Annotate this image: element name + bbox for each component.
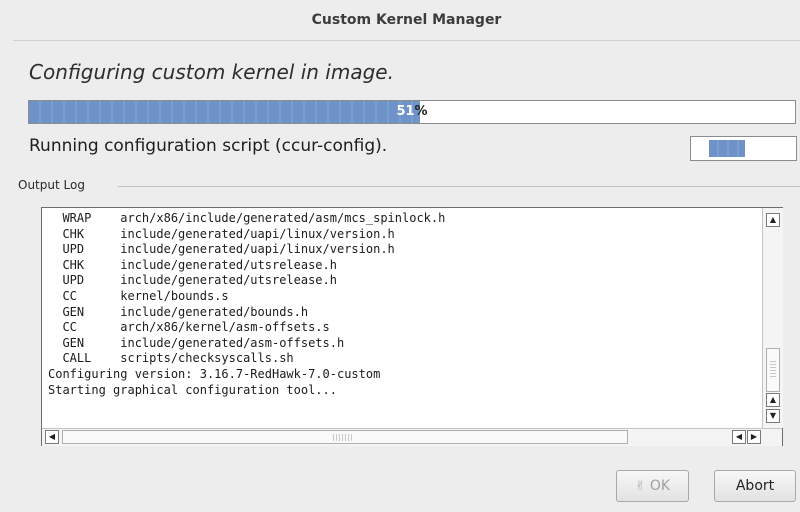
ok-button[interactable]: ✌ OK [616,470,689,502]
scroll-down-arrow-icon[interactable]: ▼ [766,409,780,423]
output-log-view[interactable]: WRAP arch/x86/include/generated/asm/mcs_… [41,207,783,446]
output-log-text: WRAP arch/x86/include/generated/asm/mcs_… [48,211,446,397]
page-heading: Configuring custom kernel in image. [29,60,394,84]
scroll-up-arrow-icon[interactable]: ▲ [766,213,780,227]
horizontal-scrollbar[interactable]: ◀ ◀ ▶ [42,428,782,446]
scroll-up-arrow-icon[interactable]: ▲ [766,393,780,407]
activity-indicator [690,136,797,161]
output-log-separator [118,186,800,187]
progress-unit: % [414,104,428,119]
abort-button[interactable]: Abort [714,470,796,502]
activity-indicator-block [709,140,745,157]
dialog-window: Custom Kernel Manager Configuring custom… [13,0,800,512]
window-title: Custom Kernel Manager [13,0,800,41]
thumbs-up-icon: ✌ [634,479,646,494]
ok-button-label: OK [649,478,671,494]
status-text: Running configuration script (ccur-confi… [29,136,388,156]
progress-bar: 51% [28,100,796,124]
vertical-scrollbar[interactable]: ▲ ▲ ▼ [762,208,783,428]
horizontal-scroll-thumb[interactable] [62,430,628,444]
scroll-right-arrow-icon[interactable]: ▶ [747,430,761,444]
scroll-left-arrow-icon[interactable]: ◀ [732,430,746,444]
scroll-left-arrow-icon[interactable]: ◀ [45,430,59,444]
output-log-label: Output Log [18,178,89,192]
vertical-scroll-thumb[interactable] [766,348,780,392]
progress-label: 51% [29,101,795,123]
progress-value: 51 [396,104,415,119]
